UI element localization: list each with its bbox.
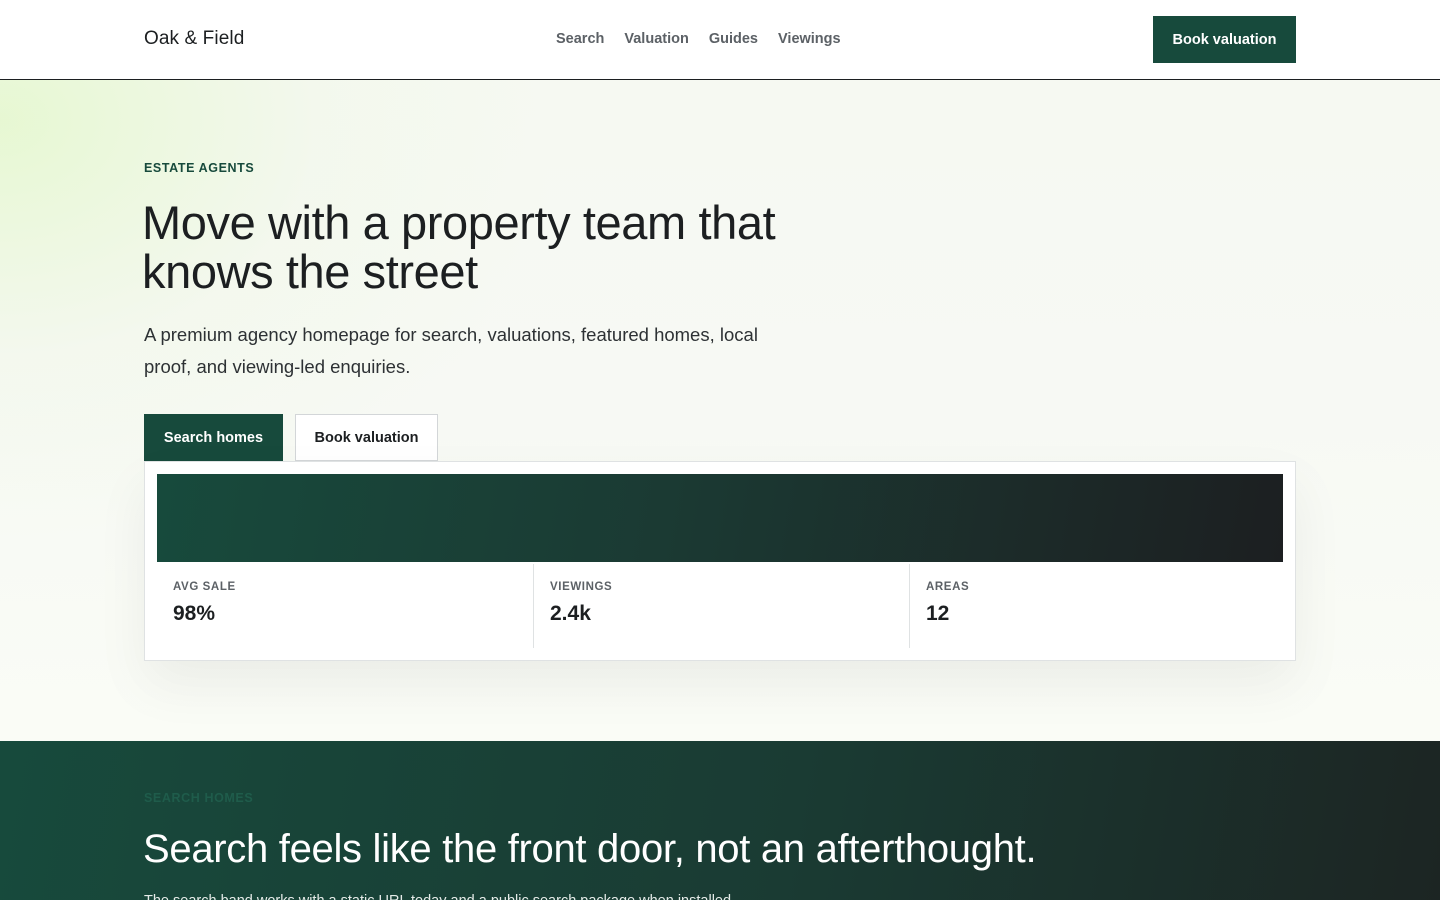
stat-avg-sale: AVG SALE 98% [173,564,533,648]
site-header: Oak & Field Search Valuation Guides View… [0,0,1440,80]
search-section-eyebrow: SEARCH HOMES [144,791,254,805]
hero-title: Move with a property team that knows the… [142,196,776,298]
stat-value: 98% [173,602,216,625]
search-homes-button[interactable]: Search homes [144,414,283,461]
nav-link-valuation[interactable]: Valuation [624,31,688,47]
stat-label: AVG SALE [173,581,236,593]
book-valuation-header-button[interactable]: Book valuation [1153,16,1296,63]
search-section-subtitle: The search band works with a static URL … [144,891,735,900]
nav-link-viewings[interactable]: Viewings [778,31,841,47]
brand-logo[interactable]: Oak & Field [144,28,244,50]
search-section-title: Search feels like the front door, not an… [143,827,1037,871]
book-valuation-button[interactable]: Book valuation [295,414,438,461]
stat-value: 12 [926,602,950,625]
nav-link-search[interactable]: Search [556,31,604,47]
stat-value: 2.4k [550,602,591,625]
hero-stats-card: AVG SALE 98% VIEWINGS 2.4k AREAS 12 [144,461,1296,661]
stat-viewings: VIEWINGS 2.4k [533,564,909,648]
hero-subtitle: A premium agency homepage for search, va… [144,324,758,377]
nav-link-guides[interactable]: Guides [709,31,758,47]
stat-label: VIEWINGS [550,581,613,593]
search-section: SEARCH HOMES Search feels like the front… [0,741,1440,900]
hero-section: ESTATE AGENTS Move with a property team … [0,80,1440,741]
stat-areas: AREAS 12 [909,564,1283,648]
stat-label: AREAS [926,581,970,593]
hero-eyebrow: ESTATE AGENTS [144,161,255,175]
main-nav: Search Valuation Guides Viewings [556,31,841,47]
hero-banner-image [157,474,1283,562]
